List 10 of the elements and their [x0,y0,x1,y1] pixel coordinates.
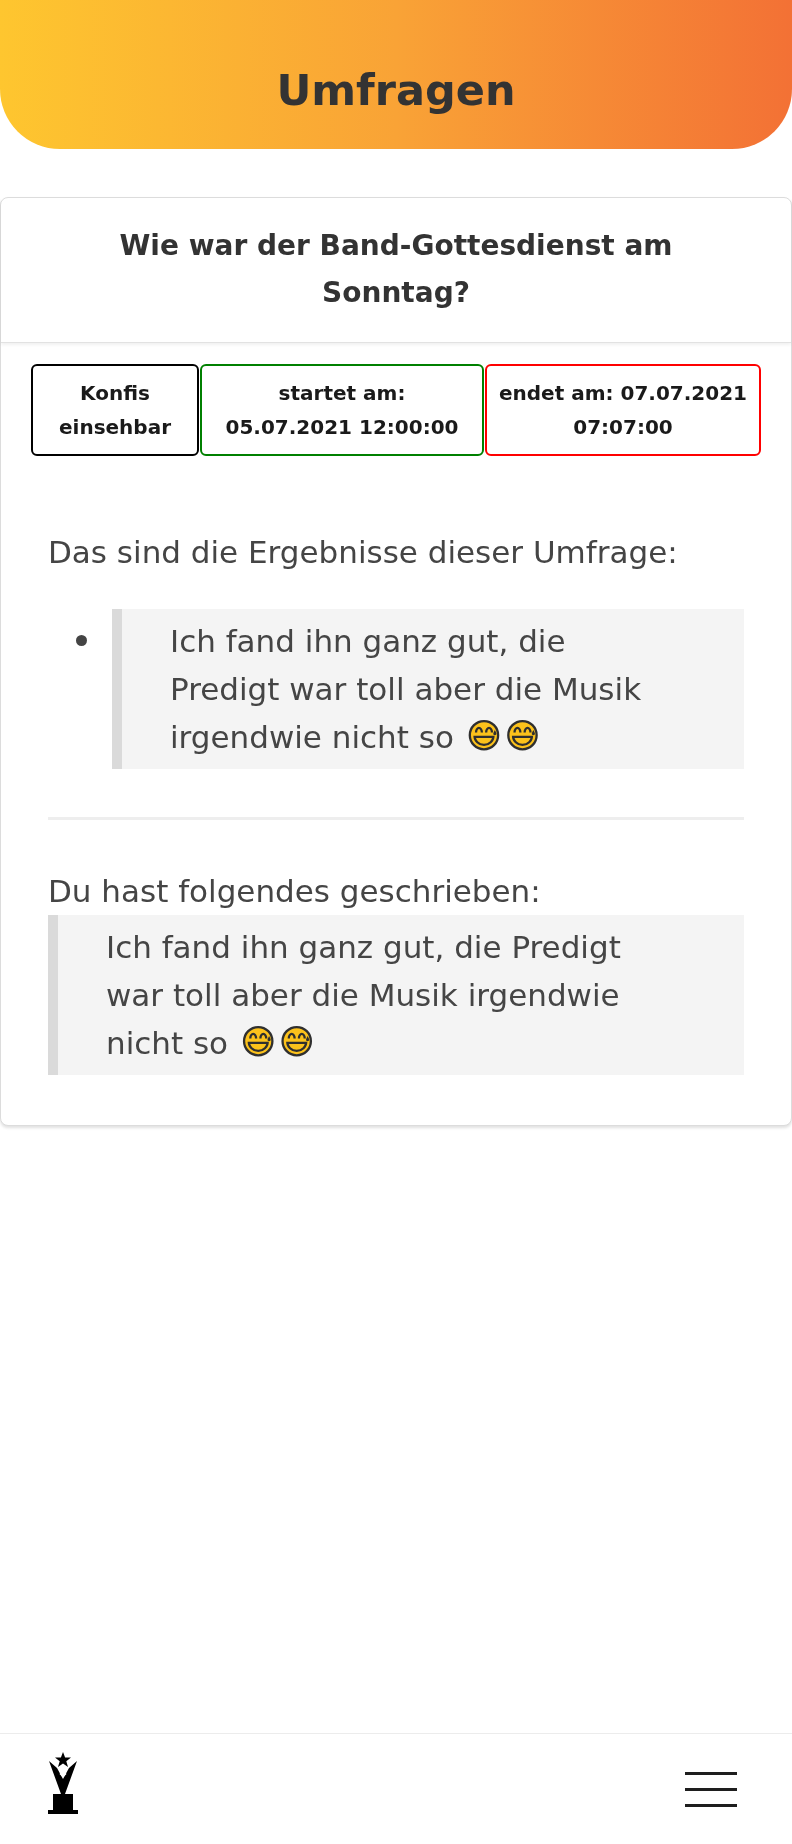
page-title: Umfragen [276,65,516,115]
results-heading: Das sind die Ergebnisse dieser Umfrage: [48,533,679,572]
question-title: Wie war der Band-Gottesdienst am Sonntag? [118,228,674,311]
trophy-icon[interactable] [48,1752,78,1814]
own-answer-heading: Du hast folgendes geschrieben: [48,872,542,911]
info-tag: endet am: 07.07.2021 07:07:00 [485,364,761,456]
info-tag: startet am: 05.07.2021 12:00:00 [200,364,484,456]
menu-icon[interactable] [685,1772,737,1807]
bullet-icon [76,635,87,646]
info-tag: Konfis einsehbar [31,364,199,456]
